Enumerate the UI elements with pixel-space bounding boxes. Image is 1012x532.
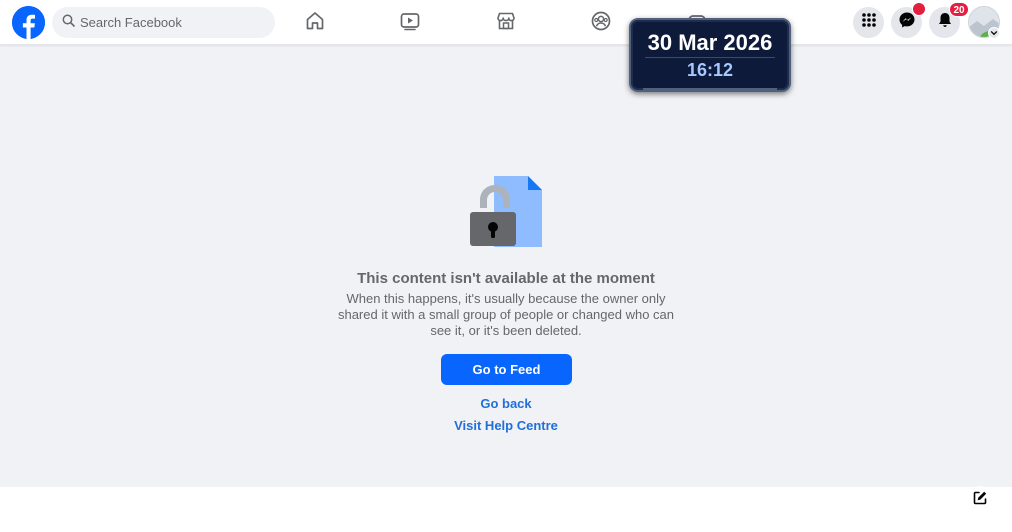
go-to-feed-button[interactable]: Go to Feed <box>441 354 572 385</box>
datetime-widget: 30 Mar 2026 16:12 <box>629 18 791 92</box>
marketplace-icon <box>495 10 517 37</box>
widget-date: 30 Mar 2026 <box>647 30 773 55</box>
new-message-button[interactable] <box>966 486 994 514</box>
bottom-bar <box>0 487 1012 532</box>
error-title: This content isn't available at the mome… <box>357 270 655 287</box>
tab-home[interactable] <box>300 8 330 38</box>
messenger-icon <box>898 11 916 34</box>
video-icon <box>399 10 421 37</box>
menu-button[interactable] <box>853 7 884 38</box>
search-box[interactable] <box>52 7 275 38</box>
top-navigation-bar: 20 <box>0 0 1012 45</box>
notifications-count-badge: 20 <box>949 2 969 17</box>
lock-document-icon <box>468 176 544 248</box>
compose-icon <box>972 490 988 511</box>
go-back-link[interactable]: Go back <box>406 396 606 411</box>
tab-watch[interactable] <box>395 8 425 38</box>
widget-time: 16:12 <box>686 60 734 80</box>
search-icon <box>62 14 75 32</box>
home-icon <box>304 10 326 37</box>
facebook-logo-icon[interactable] <box>12 6 45 39</box>
tab-marketplace[interactable] <box>491 8 521 38</box>
widget-underline <box>643 88 777 90</box>
search-input[interactable] <box>80 15 260 30</box>
error-description: When this happens, it's usually because … <box>337 291 675 338</box>
tab-groups[interactable] <box>586 8 616 38</box>
account-menu-chevron[interactable] <box>988 27 1000 39</box>
groups-icon <box>590 10 612 37</box>
help-centre-link[interactable]: Visit Help Centre <box>406 418 606 433</box>
chevron-down-icon <box>990 24 998 42</box>
grid-menu-icon <box>861 12 877 33</box>
widget-divider <box>645 57 775 58</box>
messenger-unread-badge <box>912 2 926 16</box>
